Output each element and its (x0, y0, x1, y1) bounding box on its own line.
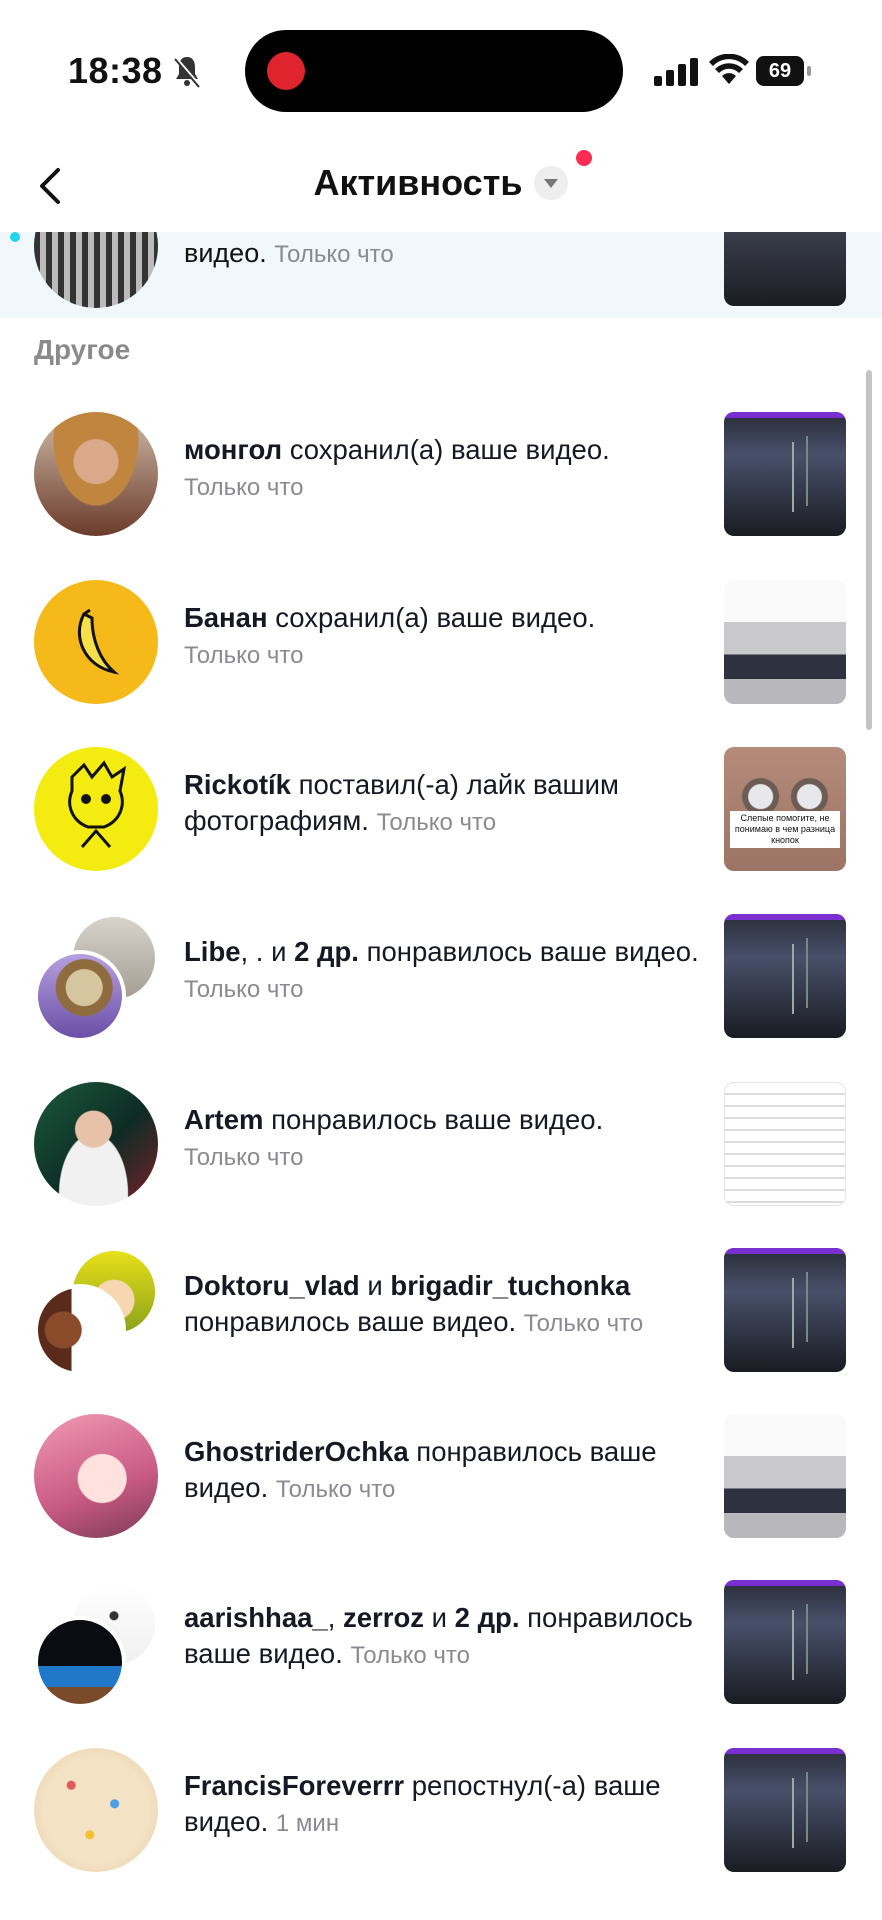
activity-row[interactable]: Libe, . и 2 др. понравилось ваше видео. … (0, 914, 870, 1064)
activity-row[interactable]: Банан сохранил(а) ваше видео. Только что (0, 580, 870, 730)
avatar[interactable] (34, 1082, 158, 1206)
activity-time: Только что (184, 642, 304, 669)
dynamic-island (245, 30, 623, 112)
activity-time: Только что (376, 809, 497, 836)
status-bar: 18:38 69 (0, 0, 882, 140)
activity-text: FrancisForeverrr репостнул(-а) ваше виде… (184, 1768, 704, 1842)
activity-time: 1 мин (275, 1810, 340, 1837)
drawing-avatar-icon (68, 760, 127, 848)
activity-row[interactable]: Rickotík поставил(-а) лайк вашим фотогра… (0, 747, 870, 897)
activity-action: понравилось ваше видео. (358, 936, 699, 967)
video-thumbnail[interactable] (724, 1414, 846, 1538)
avatar[interactable] (34, 1414, 158, 1538)
battery-tip (807, 66, 811, 76)
username[interactable]: FrancisForeverrr (184, 1770, 404, 1801)
activity-header: Активность (0, 140, 882, 232)
activity-action: сохранил(а) ваше видео. (282, 434, 610, 465)
avatar[interactable] (34, 232, 158, 308)
activity-time: Только что (523, 1310, 644, 1337)
activity-connector: и (359, 1270, 391, 1301)
activity-connector: , (327, 1602, 343, 1633)
activity-time: Только что (184, 474, 304, 501)
activity-time: Только что (184, 1144, 304, 1171)
username[interactable]: GhostriderOchka (184, 1436, 409, 1467)
username[interactable]: aarishhaa_ (184, 1602, 328, 1633)
avatar[interactable] (34, 1284, 126, 1376)
video-thumbnail[interactable] (724, 580, 846, 704)
activity-time: Только что (275, 1476, 396, 1503)
username[interactable]: монгол (184, 434, 282, 465)
activity-text: видео. Только что (184, 238, 394, 269)
video-thumbnail[interactable] (724, 914, 846, 1038)
username-secondary[interactable]: brigadir_tuchonka (390, 1270, 630, 1301)
photo-thumbnail[interactable]: Слепые помогите, не понимаю в чем разниц… (724, 747, 846, 871)
username[interactable]: Банан (184, 602, 268, 633)
activity-text: монгол сохранил(а) ваше видео. Только чт… (184, 432, 704, 506)
notification-dot (576, 150, 592, 166)
unread-dot (10, 232, 20, 242)
video-thumbnail[interactable] (724, 1580, 846, 1704)
username[interactable]: Rickotík (184, 769, 291, 800)
section-label-other: Другое (34, 334, 131, 365)
thumbnail-caption: Слепые помогите, не понимаю в чем разниц… (730, 811, 840, 848)
activity-row[interactable]: GhostriderOchka понравилось ваше видео. … (0, 1414, 870, 1564)
activity-row[interactable]: монгол сохранил(а) ваше видео. Только чт… (0, 412, 870, 562)
activity-time: Только что (350, 1642, 470, 1669)
avatar[interactable] (34, 580, 158, 704)
activity-row-partial[interactable]: видео. Только что (0, 232, 882, 318)
recording-dot-icon (267, 52, 305, 90)
activity-time: Только что (184, 976, 304, 1003)
activity-row[interactable]: Doktoru_vlad и brigadir_tuchonka понрави… (0, 1248, 870, 1398)
activity-action: понравилось ваше видео. (184, 1306, 517, 1337)
video-thumbnail[interactable] (724, 1082, 846, 1206)
activity-text: Artem понравилось ваше видео. Только что (184, 1102, 704, 1176)
activity-text: GhostriderOchka понравилось ваше видео. … (184, 1434, 704, 1508)
page-title: Активность (313, 162, 523, 203)
status-time: 18:38 (68, 50, 163, 91)
username[interactable]: Doktoru_vlad (184, 1270, 360, 1301)
activity-time: Только что (274, 241, 394, 268)
caret-down-icon[interactable] (534, 166, 569, 200)
avatar[interactable] (34, 747, 158, 871)
others-count[interactable]: 2 др. (455, 1602, 520, 1633)
activity-connector: и (424, 1602, 455, 1633)
cellular-signal-icon (654, 58, 698, 86)
avatar[interactable] (34, 1748, 158, 1872)
username[interactable]: Artem (184, 1104, 263, 1135)
avatar[interactable] (34, 950, 126, 1042)
activity-text: Doktoru_vlad и brigadir_tuchonka понрави… (184, 1268, 704, 1342)
activity-connector: , . и (240, 936, 295, 967)
activity-text: Rickotík поставил(-а) лайк вашим фотогра… (184, 767, 704, 841)
activity-text: Банан сохранил(а) ваше видео. Только что (184, 600, 704, 674)
activity-row[interactable]: aarishhaa_, zerroz и 2 др. понравилось в… (0, 1580, 870, 1730)
activity-row[interactable]: Artem понравилось ваше видео. Только что (0, 1082, 870, 1232)
activity-action: понравилось ваше видео. (263, 1104, 604, 1135)
activity-text: aarishhaa_, zerroz и 2 др. понравилось в… (184, 1600, 704, 1674)
username-secondary[interactable]: zerroz (343, 1602, 424, 1633)
activity-text: Libe, . и 2 др. понравилось ваше видео. … (184, 934, 704, 1008)
avatar[interactable] (34, 1616, 126, 1708)
battery-level: 69 (756, 56, 804, 86)
wifi-icon (709, 54, 749, 84)
banana-icon (78, 608, 120, 675)
activity-action: видео. (184, 238, 267, 268)
video-thumbnail[interactable] (724, 232, 846, 306)
activity-row[interactable]: FrancisForeverrr репостнул(-а) ваше виде… (0, 1748, 870, 1898)
video-thumbnail[interactable] (724, 412, 846, 536)
video-thumbnail[interactable] (724, 1748, 846, 1872)
others-count[interactable]: 2 др. (294, 936, 359, 967)
avatar[interactable] (34, 412, 158, 536)
username[interactable]: Libe (184, 936, 241, 967)
activity-action: сохранил(а) ваше видео. (267, 602, 596, 633)
battery-indicator: 69 (756, 56, 812, 86)
video-thumbnail[interactable] (724, 1248, 846, 1372)
title-dropdown[interactable]: Активность (0, 162, 882, 204)
bell-muted-icon (173, 56, 201, 88)
scrollbar[interactable] (866, 370, 872, 730)
